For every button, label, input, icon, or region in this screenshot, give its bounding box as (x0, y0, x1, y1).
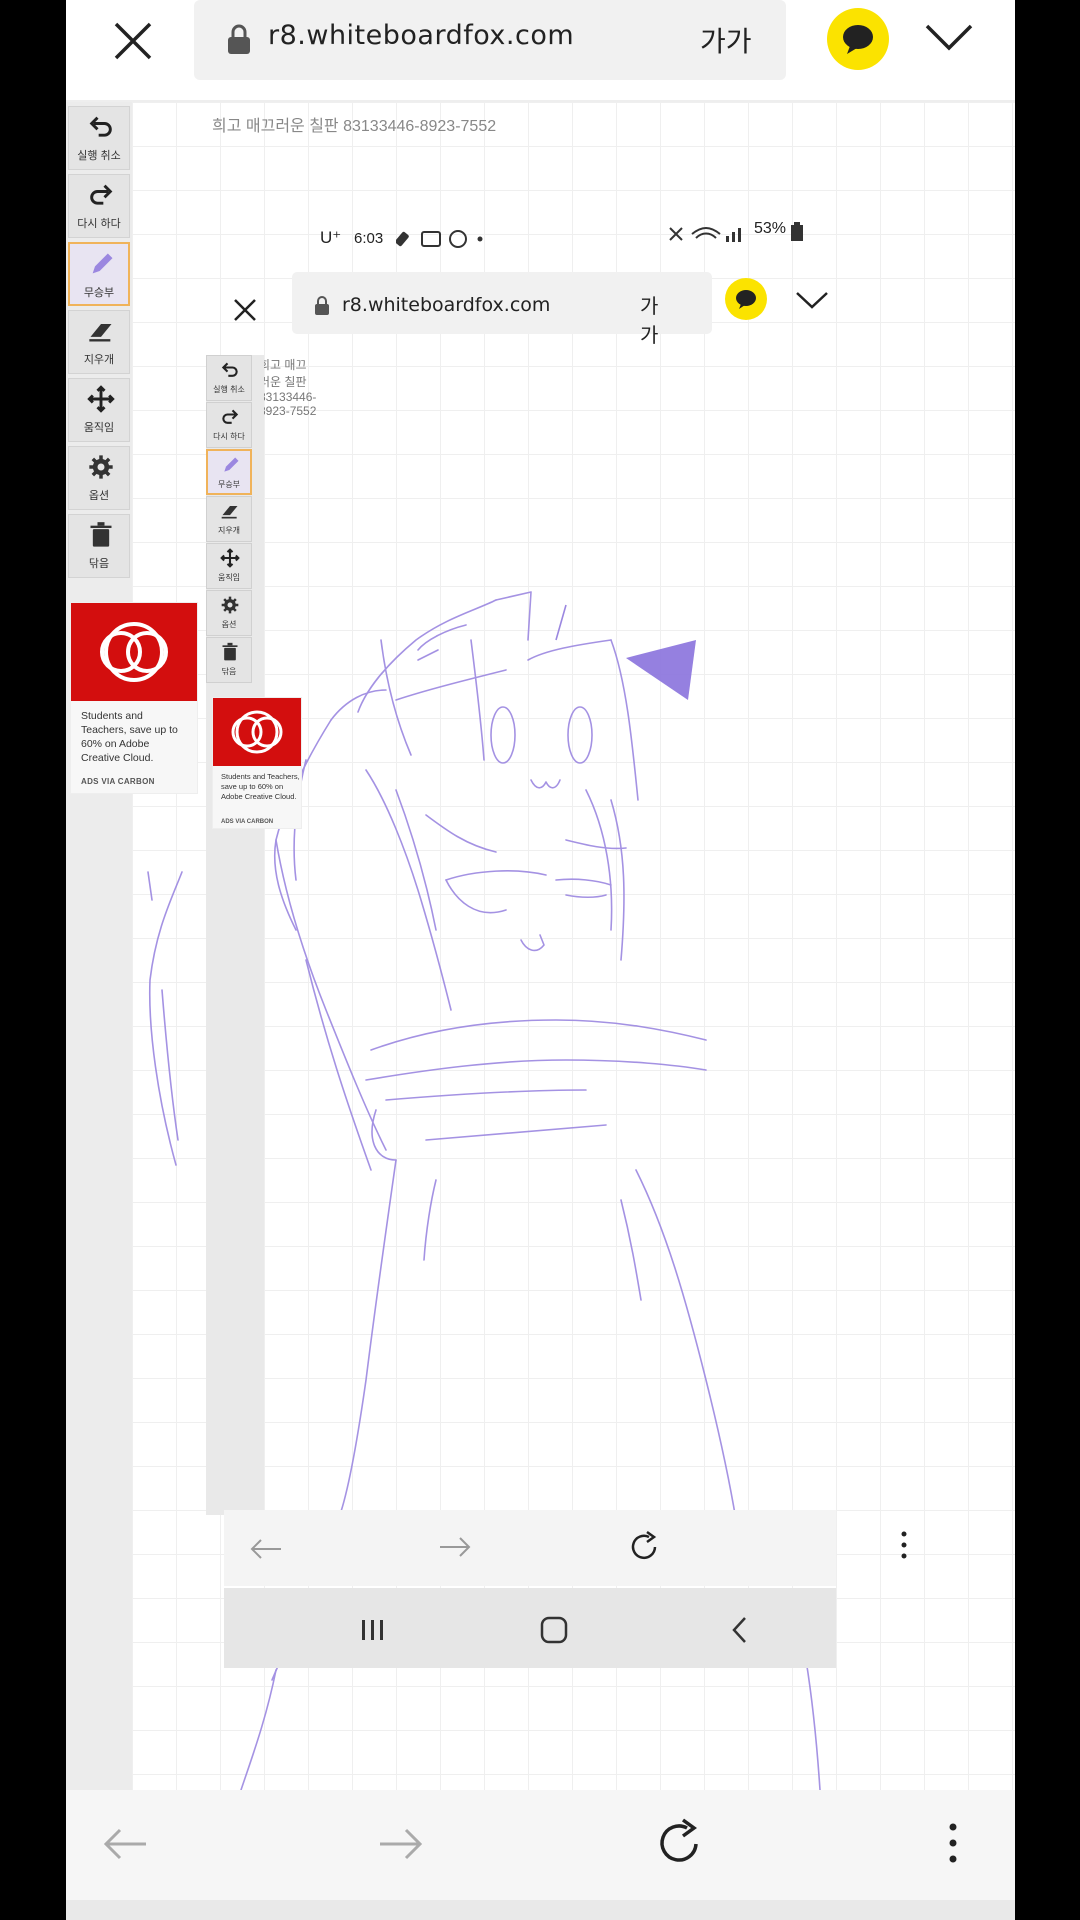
options-label: 옵션 (88, 490, 110, 502)
adobe-cc-icon (71, 603, 197, 701)
inner-status-icons (396, 230, 483, 248)
inner-options-button[interactable]: 옵션 (206, 590, 252, 636)
inner-home-icon[interactable] (540, 1616, 568, 1644)
inner-clear-button[interactable]: 닦음 (206, 637, 252, 683)
inner-more-vert-icon[interactable] (900, 1530, 908, 1560)
inner-battery-icon (791, 222, 803, 241)
inner-status-time: 6:03 (354, 230, 384, 247)
inner-board-title: 희고 매끄러운 칠판 83133446-8923-7552 (259, 358, 317, 418)
text-size-button[interactable]: 가가 (700, 20, 752, 60)
close-icon[interactable] (106, 14, 160, 68)
inner-close-icon[interactable] (232, 297, 258, 323)
inner-kakao-chat-icon[interactable] (725, 278, 767, 320)
inner-ad[interactable]: Students and Teachers, save up to 60% on… (212, 697, 302, 829)
eraser-button[interactable]: 지우개 (68, 310, 130, 374)
browser-app: U⁺ 6:03 53% r8.whiteboardfox.com 가가 희고 매… (66, 0, 1015, 1920)
url-text: r8.whiteboardfox.com (268, 20, 575, 51)
draw-button[interactable]: 무승부 (68, 242, 130, 306)
inner-chevron-down-icon[interactable] (795, 290, 829, 310)
inner-url-text: r8.whiteboardfox.com (342, 294, 551, 316)
inner-move-button[interactable]: 움직임 (206, 543, 252, 589)
more-vert-icon[interactable] (948, 1822, 958, 1864)
arrow-right-icon[interactable] (378, 1826, 424, 1862)
undo-label: 실행 취소 (77, 150, 121, 162)
inner-ad-via: ADS VIA CARBON (221, 819, 274, 825)
clear-button[interactable]: 닦음 (68, 514, 130, 578)
inner-recents-icon[interactable] (360, 1618, 386, 1642)
move-label: 움직임 (83, 422, 115, 434)
inner-ad-text: Students and Teachers, save up to 60% on… (221, 772, 300, 801)
ad-banner[interactable]: Students and Teachers, save up to 60% on… (70, 602, 198, 794)
chevron-down-icon[interactable] (924, 20, 974, 54)
inner-arrow-right-icon[interactable] (438, 1536, 472, 1558)
draw-label: 무승부 (83, 287, 115, 299)
options-button[interactable]: 옵션 (68, 446, 130, 510)
inner-adobe-cc-icon (213, 698, 301, 766)
inner-arrow-left-icon[interactable] (249, 1538, 283, 1560)
move-icon (87, 385, 115, 413)
pencil-icon (92, 253, 113, 274)
inner-reload-icon[interactable] (627, 1530, 661, 1564)
ad-text: Students and Teachers, save up to 60% on… (81, 710, 178, 764)
bottom-strip (66, 1900, 1015, 1920)
kakao-chat-icon[interactable] (827, 8, 889, 70)
inner-eraser-button[interactable]: 지우개 (206, 496, 252, 542)
redo-icon (90, 184, 113, 205)
trash-icon (90, 522, 112, 547)
undo-icon (89, 116, 112, 137)
eraser-label: 지우개 (83, 354, 115, 366)
lock-icon (228, 24, 250, 54)
reload-icon[interactable] (654, 1818, 704, 1868)
inner-draw-button[interactable]: 무승부 (206, 449, 252, 495)
inner-text-size-label[interactable]: 가가 (640, 290, 658, 348)
redo-label: 다시 하다 (77, 218, 121, 230)
inner-status-carrier: U⁺ (320, 228, 342, 247)
board-title: 희고 매끄러운 칠판 83133446-8923-7552 (212, 118, 497, 135)
arrow-left-icon[interactable] (102, 1826, 148, 1862)
ad-via-carbon: ADS VIA CARBON (81, 777, 155, 786)
inner-browser-nav (224, 1510, 907, 1586)
browser-bottom-bar (66, 1790, 1015, 1900)
inner-back-icon[interactable] (730, 1616, 748, 1644)
inner-undo-button[interactable]: 실행 취소 (206, 355, 252, 401)
eraser-icon (89, 324, 112, 342)
inner-status-battery: 53% (754, 220, 787, 237)
redo-button[interactable]: 다시 하다 (68, 174, 130, 238)
inner-redo-button[interactable]: 다시 하다 (206, 402, 252, 448)
undo-button[interactable]: 실행 취소 (68, 106, 130, 170)
browser-top-bar: r8.whiteboardfox.com 가가 (66, 0, 1015, 102)
move-button[interactable]: 움직임 (68, 378, 130, 442)
clear-label: 닦음 (88, 558, 110, 570)
inner-lock-icon (315, 296, 329, 315)
inner-system-nav (224, 1588, 836, 1668)
gear-icon (89, 455, 113, 479)
